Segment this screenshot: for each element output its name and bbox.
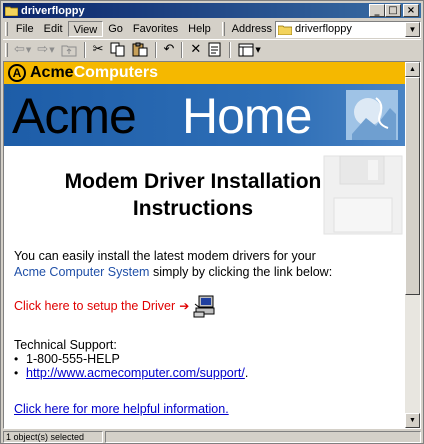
scroll-up-button[interactable]: ▲: [405, 62, 420, 77]
address-label: Address: [231, 23, 273, 35]
intro-highlight: Acme Computer System: [14, 265, 150, 279]
window-title: driverfloppy: [21, 4, 85, 17]
address-field[interactable]: driverfloppy ▼: [275, 20, 421, 38]
list-item: • 1-800-555-HELP: [14, 352, 248, 366]
intro-paragraph: You can easily install the latest modem …: [14, 248, 404, 280]
menu-view[interactable]: View: [67, 21, 104, 37]
more-info-link[interactable]: Click here for more helpful information.: [14, 402, 229, 416]
menu-edit[interactable]: Edit: [39, 21, 68, 37]
list-item: • http://www.acmecomputer.com/support/.: [14, 366, 248, 380]
support-phone: 1-800-555-HELP: [26, 352, 120, 366]
page-title: Modem Driver Installation Instructions: [4, 168, 382, 222]
support-url-link[interactable]: http://www.acmecomputer.com/support/: [26, 366, 245, 380]
web-view: A Acme Computers Acme Home Modem Driver …: [3, 61, 421, 429]
copy-icon[interactable]: [107, 41, 129, 59]
delete-icon[interactable]: ✕: [187, 41, 204, 59]
banner-acme-text: Acme: [12, 88, 137, 144]
bullet-icon: •: [14, 366, 19, 380]
views-icon[interactable]: ▼: [235, 41, 263, 59]
vertical-scrollbar[interactable]: ▲ ▼: [405, 62, 420, 428]
cut-icon[interactable]: ✂: [90, 41, 107, 59]
brand-acme-text: Acme: [30, 64, 74, 81]
arrow-right-icon: ➔: [179, 299, 190, 313]
up-icon[interactable]: [58, 41, 80, 59]
paste-icon[interactable]: [129, 41, 151, 59]
tech-support-heading: Technical Support:: [14, 338, 117, 352]
folder-icon: [4, 4, 18, 17]
support-url-suffix: .: [244, 366, 249, 380]
chevron-down-icon[interactable]: ▼: [405, 21, 420, 37]
undo-icon[interactable]: ↶: [161, 41, 178, 59]
computer-setup-icon[interactable]: [193, 294, 217, 318]
folder-icon: [277, 24, 293, 35]
bullet-icon: •: [14, 352, 19, 366]
menu-file[interactable]: File: [11, 21, 39, 37]
menu-bar: File Edit View Go Favorites Help Address…: [3, 20, 421, 38]
address-grip[interactable]: [221, 22, 225, 36]
acme-logo-badge: A: [8, 64, 26, 82]
scroll-thumb[interactable]: [405, 77, 420, 295]
tech-support-section: Technical Support: • 1-800-555-HELP • ht…: [14, 338, 248, 380]
page-title-line-1: Modem Driver Installation: [64, 170, 322, 193]
brand-computers-text: Computers: [73, 64, 159, 81]
toolbar-grip[interactable]: [5, 42, 8, 57]
brand-banner: A Acme Computers: [4, 62, 406, 84]
scroll-down-button[interactable]: ▼: [405, 413, 420, 428]
close-button[interactable]: ×: [403, 4, 419, 17]
setup-driver-link[interactable]: Click here to setup the Driver: [14, 299, 175, 313]
intro-text-2: simply by clicking the link below:: [149, 265, 333, 279]
title-bar[interactable]: driverfloppy _ □ ×: [3, 3, 421, 18]
intro-text-1: You can easily install the latest modem …: [14, 249, 316, 263]
maximize-button[interactable]: □: [385, 4, 401, 17]
menu-favorites[interactable]: Favorites: [128, 21, 183, 37]
banner-photo-icon: [346, 90, 398, 140]
menu-grip[interactable]: [5, 22, 8, 36]
acme-home-banner: Acme Home: [4, 84, 406, 146]
minimize-button[interactable]: _: [369, 4, 385, 17]
explorer-window: driverfloppy _ □ × File Edit View Go Fav…: [0, 0, 424, 444]
forward-icon[interactable]: ⇨ ▼: [34, 41, 57, 59]
toolbar-separator: [154, 41, 157, 58]
toolbar-separator: [229, 41, 232, 58]
properties-icon[interactable]: [204, 41, 225, 59]
setup-row: Click here to setup the Driver ➔: [14, 294, 217, 318]
status-panel-empty: [105, 430, 421, 443]
back-icon[interactable]: ⇦ ▼: [11, 41, 34, 59]
status-bar: 1 object(s) selected: [3, 430, 421, 443]
page-content: A Acme Computers Acme Home Modem Driver …: [4, 62, 406, 428]
menu-go[interactable]: Go: [103, 21, 128, 37]
menu-help[interactable]: Help: [183, 21, 216, 37]
toolbar-separator: [181, 41, 184, 58]
toolbar-separator: [83, 41, 86, 58]
toolbar: ⇦ ▼ ⇨ ▼ ✂ ↶ ✕ ▼: [3, 39, 421, 59]
banner-home-text: Home: [182, 88, 312, 144]
status-objects: 1 object(s) selected: [3, 430, 103, 443]
page-title-line-2: Instructions: [132, 197, 254, 220]
address-value: driverfloppy: [295, 23, 352, 35]
